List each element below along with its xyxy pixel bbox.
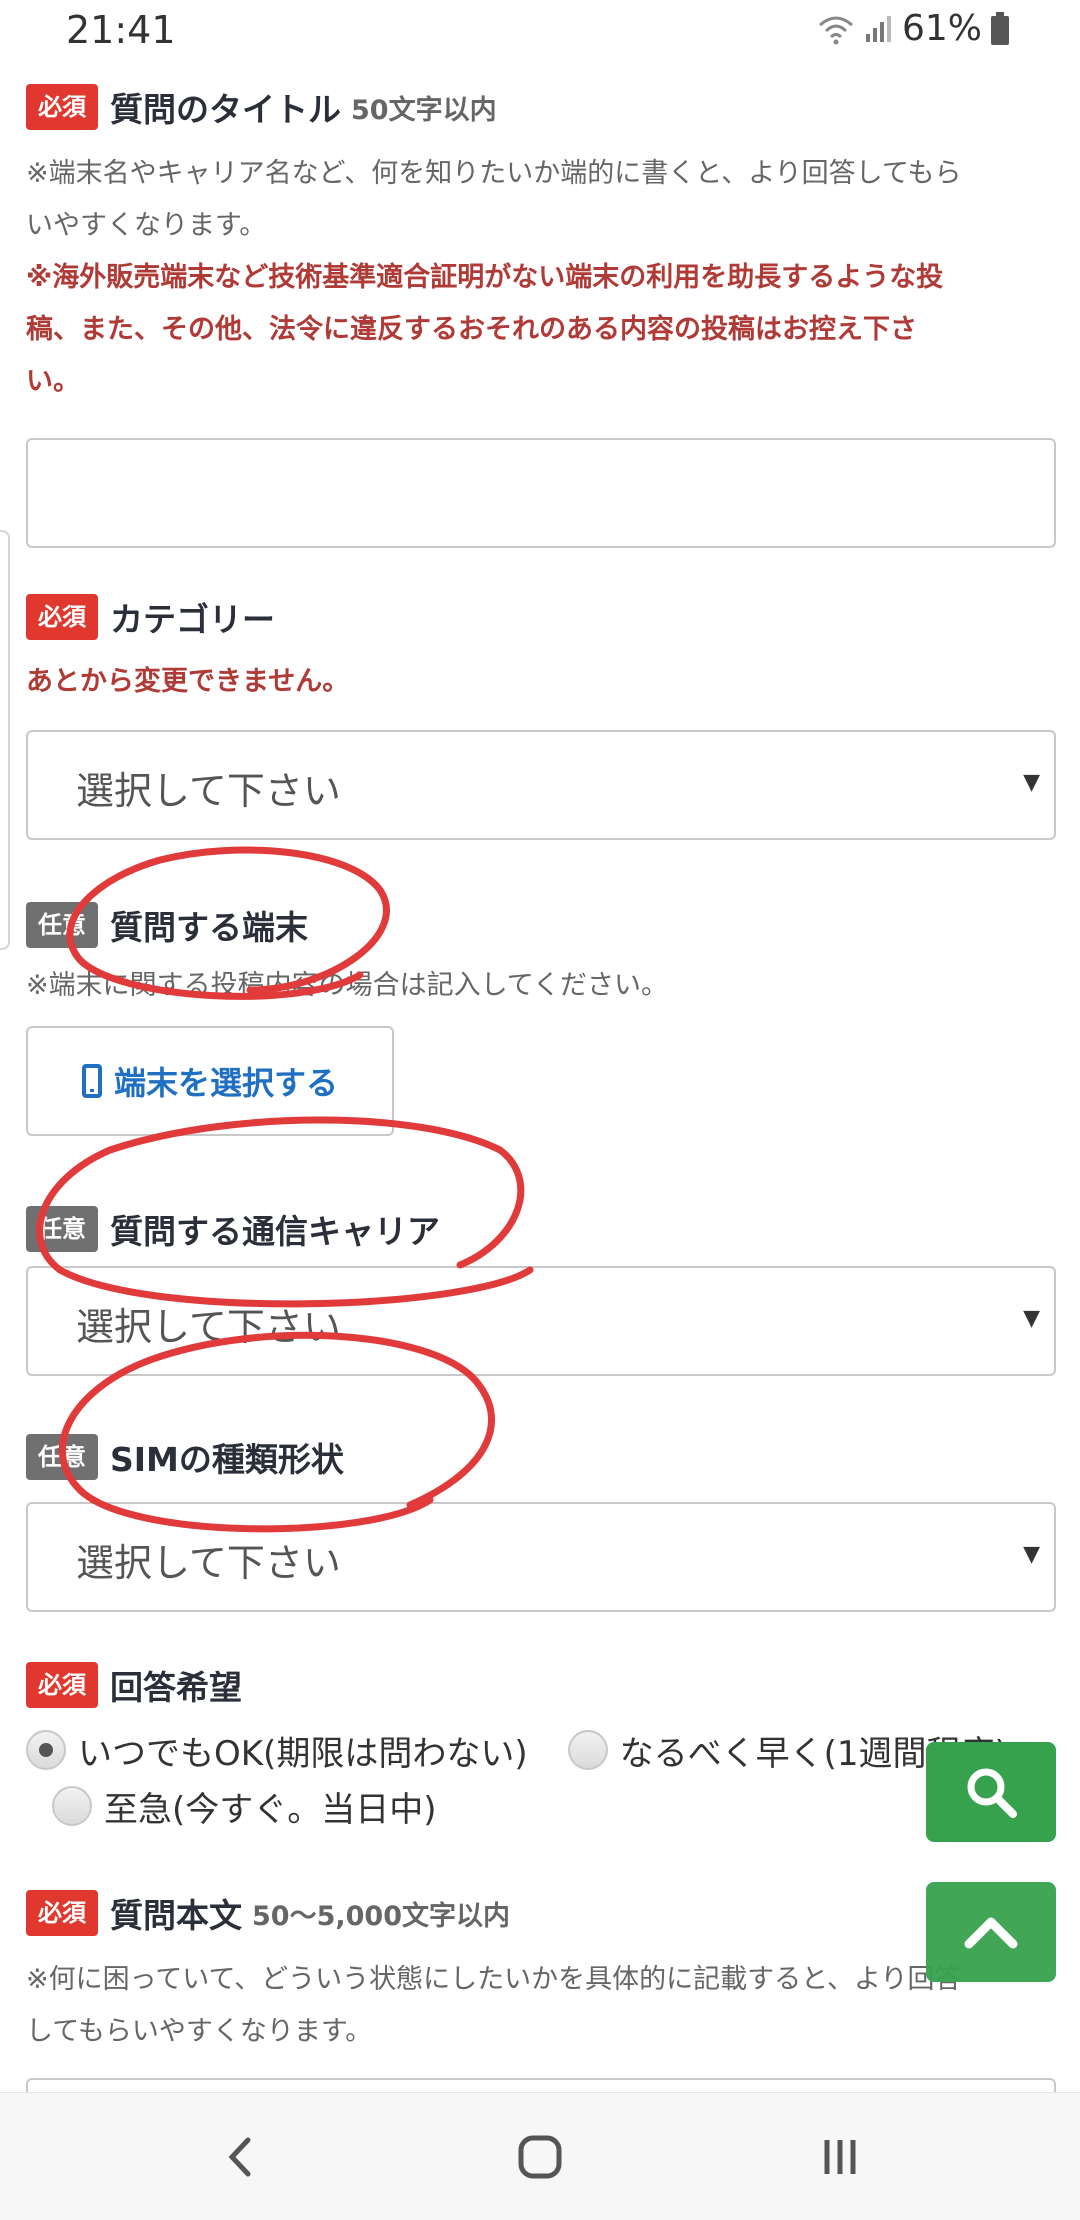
required-badge: 必須 [26,1890,98,1936]
urgency-options-row: いつでもOK(期限は問わない) なるべく早く(1週間程度) [26,1722,1056,1778]
carrier-selected: 選択して下さい [76,1305,341,1349]
wifi-icon [818,16,853,44]
category-selected: 選択して下さい [76,769,341,813]
required-badge: 必須 [26,84,98,130]
recents-button[interactable] [800,2117,880,2197]
search-icon [967,1768,1017,1818]
battery-icon [991,11,1009,45]
chevron-up-icon [964,1917,1018,1949]
title-note-cont: いやすくなります。 [26,210,267,241]
body-textarea[interactable] [26,2078,1056,2092]
recents-icon [824,2140,856,2174]
urgency-radio-urgent[interactable] [52,1786,92,1826]
device-section: 任意 質問する端末 ※端末に関する投稿内容の場合は記入してください。 端末を選択… [26,900,1056,1136]
body-label-row: 必須 質問本文 50〜5,000文字以内 [26,1888,1056,1938]
body-limit: 50〜5,000文字以内 [252,1900,510,1932]
smartphone-icon [81,1064,102,1098]
select-device-button[interactable]: 端末を選択する [26,1026,394,1136]
title-note: ※端末名やキャリア名など、何を知りたいか端的に書くと、より回答してもら [26,158,962,189]
urgency-radio-anytime[interactable] [26,1730,66,1770]
battery-percent: 61% [901,8,982,49]
dropdown-arrow-icon: ▼ [1023,1542,1040,1567]
sim-select[interactable]: 選択して下さい ▼ [26,1502,1056,1612]
carrier-select[interactable]: 選択して下さい ▼ [26,1266,1056,1376]
urgency-option-anytime[interactable]: いつでもOK(期限は問わない) [78,1726,528,1775]
required-badge: 必須 [26,1662,98,1708]
body-section: 必須 質問本文 50〜5,000文字以内 ※何に困っていて、どういう状態にしたい… [26,1888,1056,2058]
optional-badge: 任意 [26,1434,98,1480]
urgency-section: 必須 回答希望 いつでもOK(期限は問わない) なるべく早く(1週間程度) 至急… [26,1660,1056,1834]
body-note-cont: してもらいやすくなります。 [26,2016,373,2047]
sim-selected: 選択して下さい [76,1541,341,1585]
title-label: 質問のタイトル [110,90,341,129]
device-label-row: 任意 質問する端末 [26,900,1056,950]
sim-label: SIMの種類形状 [110,1440,344,1479]
scroll-top-button[interactable] [926,1882,1056,1982]
urgency-label: 回答希望 [110,1668,242,1707]
title-warning-end: い。 [26,366,80,397]
device-note: ※端末に関する投稿内容の場合は記入してください。 [26,970,669,1001]
category-warning: あとから変更できません。 [26,666,350,697]
category-label: カテゴリー [110,600,275,639]
title-label-row: 必須 質問のタイトル 50文字以内 [26,82,1056,132]
sim-section: 任意 SIMの種類形状 選択して下さい ▼ [26,1432,1056,1612]
search-button[interactable] [926,1742,1056,1842]
category-label-row: 必須 カテゴリー [26,592,1056,642]
urgency-options-row-2: 至急(今すぐ。当日中) [52,1778,1056,1834]
body-note: ※何に困っていて、どういう状態にしたいかを具体的に記載すると、より回答 [26,1964,962,1995]
required-badge: 必須 [26,594,98,640]
back-icon [228,2137,251,2177]
carrier-label-row: 任意 質問する通信キャリア [26,1204,1056,1254]
device-label: 質問する端末 [110,908,308,947]
signal-icon [865,15,891,42]
scroll-indicator [0,530,10,950]
system-nav-bar [0,2092,1080,2220]
category-section: 必須 カテゴリー あとから変更できません。 選択して下さい ▼ [26,592,1056,840]
back-button[interactable] [200,2117,280,2197]
status-bar: 21:41 61% [0,0,1080,62]
title-limit: 50文字以内 [351,94,497,126]
body-label: 質問本文 [110,1896,242,1935]
carrier-label: 質問する通信キャリア [110,1212,440,1251]
urgency-option-urgent[interactable]: 至急(今すぐ。当日中) [104,1782,437,1831]
status-time: 21:41 [66,8,176,52]
urgency-label-row: 必須 回答希望 [26,1660,1056,1710]
title-warning-cont: 稿、また、その他、法令に違反するおそれのある内容の投稿はお控え下さ [26,314,917,345]
home-button[interactable] [500,2117,580,2197]
optional-badge: 任意 [26,902,98,948]
category-select[interactable]: 選択して下さい ▼ [26,730,1056,840]
select-device-label: 端末を選択する [113,1064,338,1102]
question-form: 必須 質問のタイトル 50文字以内 ※端末名やキャリア名など、何を知りたいか端的… [0,62,1080,2092]
title-warning: ※海外販売端末など技術基準適合証明がない端末の利用を助長するような投 [26,262,944,293]
optional-badge: 任意 [26,1206,98,1252]
sim-label-row: 任意 SIMの種類形状 [26,1432,1056,1482]
title-section: 必須 質問のタイトル 50文字以内 ※端末名やキャリア名など、何を知りたいか端的… [26,82,1056,548]
urgency-radio-soon[interactable] [567,1730,608,1770]
home-icon [518,2135,562,2179]
title-input[interactable] [26,438,1056,548]
dropdown-arrow-icon: ▼ [1023,1306,1040,1331]
carrier-section: 任意 質問する通信キャリア 選択して下さい ▼ [26,1204,1056,1376]
dropdown-arrow-icon: ▼ [1023,770,1040,795]
status-icons: 61% [816,8,1010,49]
